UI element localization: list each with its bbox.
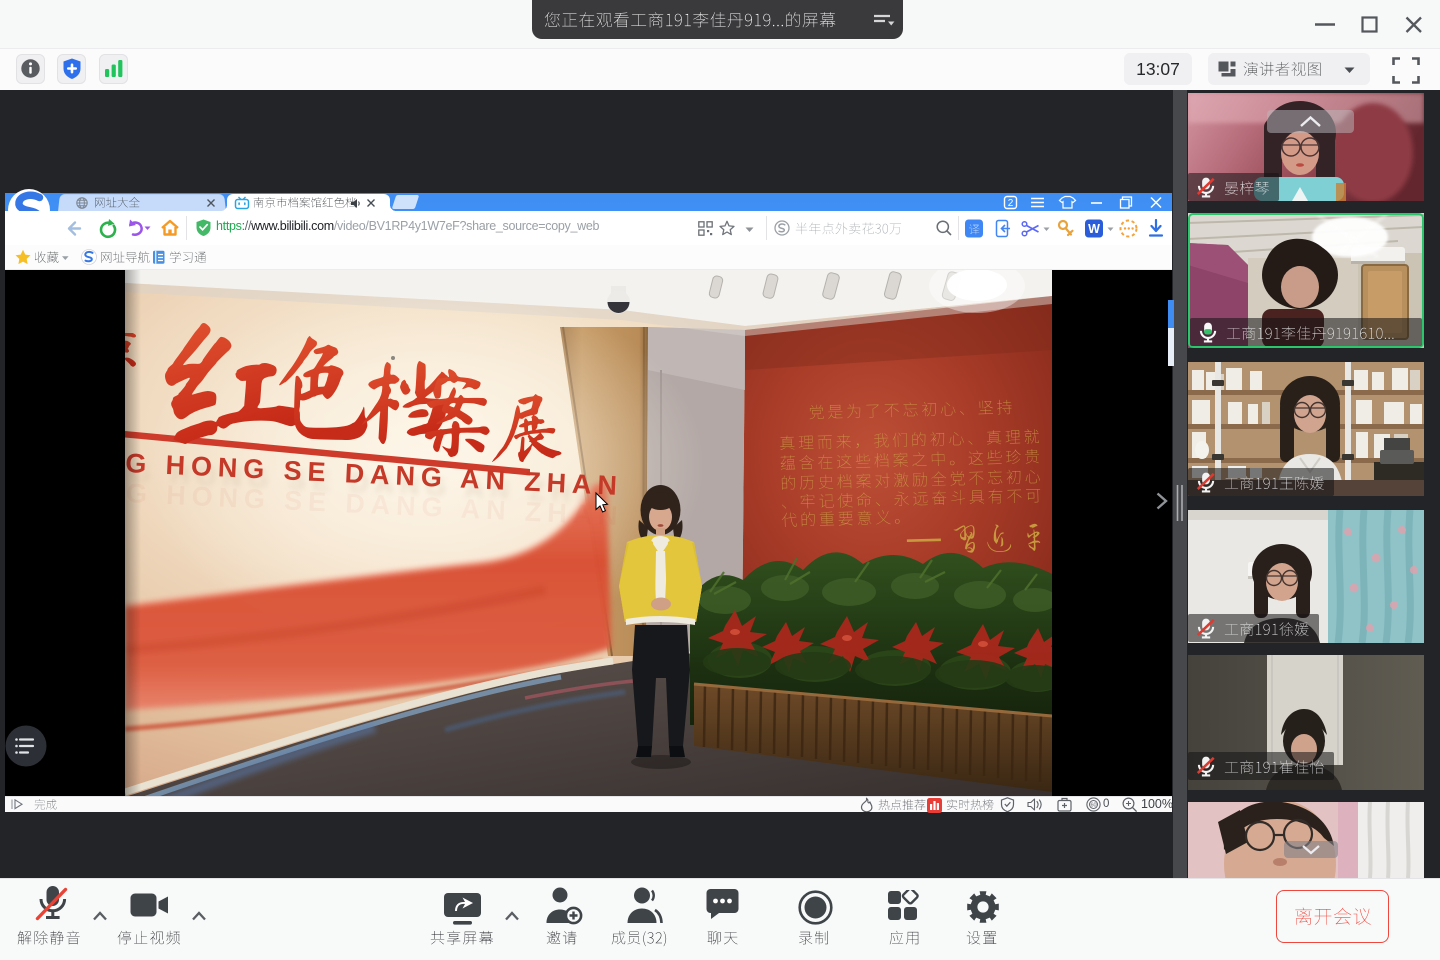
svg-text:60: 60 <box>1090 803 1096 809</box>
svg-text:2: 2 <box>1008 198 1014 209</box>
svg-text:W: W <box>1088 222 1100 236</box>
